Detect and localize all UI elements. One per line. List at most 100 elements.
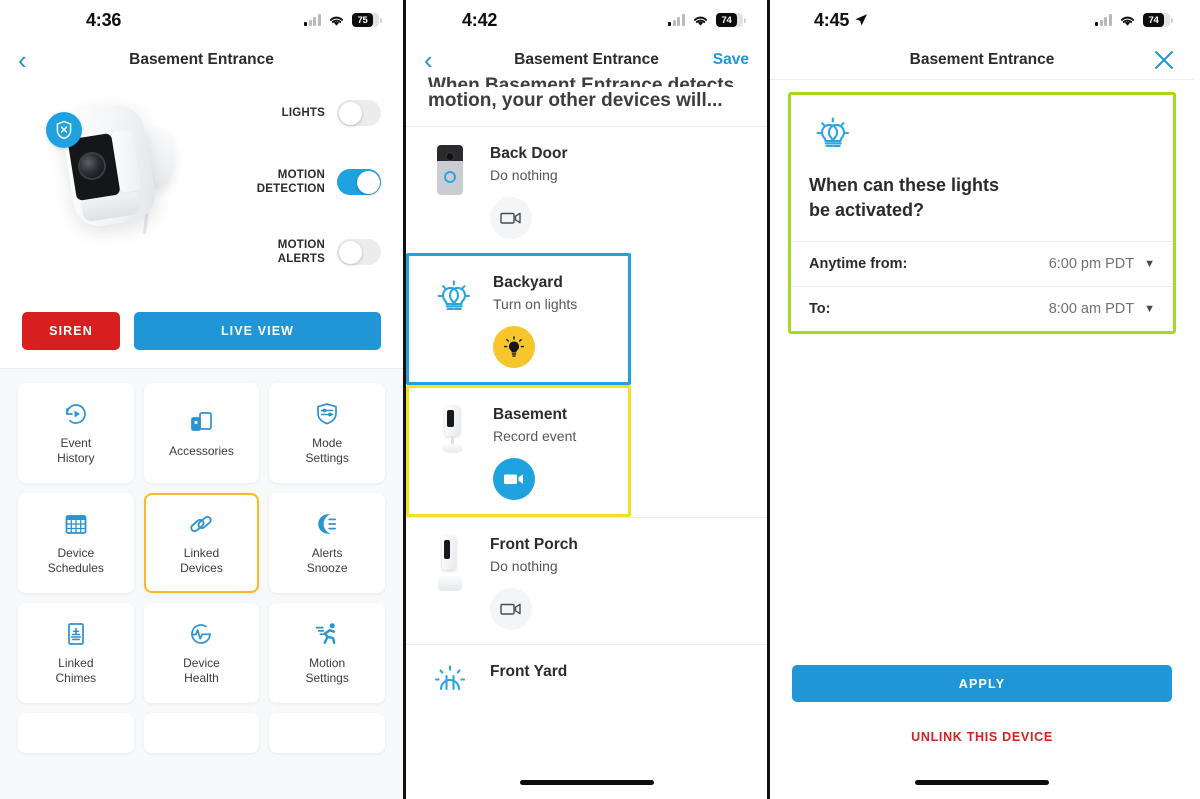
tile-partial-1[interactable] [18, 713, 134, 753]
running-person-icon [315, 623, 336, 644]
home-indicator-2 [519, 780, 654, 785]
tile-label-device-schedules: Device Schedules [47, 546, 104, 575]
indoor-cam-thumb [427, 404, 479, 500]
toggle-row-motion-detection: MOTION DETECTION [231, 168, 381, 196]
calendar-icon [65, 515, 87, 534]
tile-partial-2[interactable] [143, 713, 260, 753]
label-to: To: [809, 301, 831, 317]
video-camera-off-icon [500, 603, 521, 615]
action-badge-do-nothing-2[interactable] [490, 588, 532, 630]
linked-device-list: Back Door Do nothing Backyard Turn on li… [406, 126, 767, 711]
nav-bar-1: ‹ Basement Entrance [0, 40, 403, 80]
status-bar-1: 4:36 75 [0, 0, 403, 40]
tile-label-alerts-snooze: Alerts Snooze [306, 546, 348, 575]
phone-screen-device-detail: 4:36 75 ‹ Basement Entrance LIGHTS MOTIO… [0, 0, 403, 799]
list-item-front-porch[interactable]: Front Porch Do nothing [406, 517, 767, 644]
battery-indicator-2: 74 [716, 13, 746, 27]
battery-indicator-3: 74 [1143, 13, 1173, 27]
lightbulb-on-icon [504, 336, 524, 357]
value-anytime-from: 6:00 pm PDT [1048, 256, 1135, 272]
chevron-down-icon[interactable]: ▼ [1144, 258, 1155, 270]
wifi-icon [1120, 16, 1135, 26]
tile-device-health[interactable]: Device Health [143, 603, 260, 703]
device-name: Back Door [490, 145, 568, 162]
page-title: Basement Entrance [129, 51, 274, 68]
toggle-label-line1: MOTION [277, 169, 325, 181]
mode-settings-icon [317, 403, 338, 425]
question-line-2: be activated? [809, 200, 925, 220]
nav-bar-2: ‹ Basement Entrance Save [406, 40, 767, 80]
row-anytime-from[interactable]: Anytime from: 6:00 pm PDT ▼ [791, 241, 1173, 286]
siren-button[interactable]: SIREN [22, 312, 120, 350]
tile-accessories[interactable]: Accessories [143, 383, 260, 483]
toggle-label-line1b: MOTION [277, 239, 325, 251]
value-to: 8:00 am PDT [1048, 301, 1135, 317]
tile-alerts-snooze[interactable]: Alerts Snooze [269, 493, 385, 593]
tile-partial-3[interactable] [269, 713, 385, 753]
location-arrow-icon [855, 14, 868, 26]
tile-linked-chimes[interactable]: Linked Chimes [18, 603, 134, 703]
chevron-down-icon-2[interactable]: ▼ [1144, 303, 1155, 315]
cellular-bars-icon [1095, 14, 1112, 26]
tile-linked-devices[interactable]: Linked Devices [143, 493, 260, 593]
tile-device-schedules[interactable]: Device Schedules [18, 493, 134, 593]
toggle-label-motion-alerts: MOTION ALERTS [278, 238, 325, 266]
unlink-device-button[interactable]: UNLINK THIS DEVICE [770, 730, 1194, 744]
plug-cam-thumb [424, 534, 476, 630]
video-camera-icon [504, 474, 523, 484]
light-schedule-card: When can these lights be activated? Anyt… [788, 92, 1176, 334]
close-button[interactable] [1152, 48, 1176, 72]
pathlight-icon [434, 665, 466, 691]
shield-x-icon [46, 112, 82, 148]
tile-label-accessories: Accessories [169, 443, 234, 458]
phone-screen-light-schedule: 4:45 74 Basement Entrance When can these… [770, 0, 1194, 799]
tile-motion-settings[interactable]: Motion Settings [269, 603, 385, 703]
apply-button[interactable]: APPLY [792, 665, 1172, 702]
list-item-front-yard[interactable]: Front Yard [406, 644, 767, 711]
three-phone-screenshots: 4:36 75 ‹ Basement Entrance LIGHTS MOTIO… [0, 0, 1200, 799]
tile-event-history[interactable]: Event History [18, 383, 134, 483]
feature-grid-container: Event History Accessories Mode Settings … [0, 368, 403, 799]
card-header: When can these lights be activated? [791, 95, 1173, 241]
action-badge-turn-on-lights[interactable] [493, 326, 535, 368]
back-button[interactable]: ‹ [18, 47, 27, 73]
back-button-2[interactable]: ‹ [424, 47, 433, 73]
motion-detection-toggle[interactable] [337, 169, 381, 195]
toggle-row-motion-alerts: MOTION ALERTS [231, 238, 381, 266]
device-name: Backyard [493, 274, 563, 291]
battery-percent-3: 74 [1148, 14, 1159, 26]
lights-toggle[interactable] [337, 100, 381, 126]
home-indicator-3 [915, 780, 1049, 785]
save-button[interactable]: Save [713, 51, 749, 69]
toggle-row-lights: LIGHTS [231, 100, 381, 126]
list-item-backyard[interactable]: Backyard Turn on lights [406, 253, 631, 385]
list-item-back-door[interactable]: Back Door Do nothing [406, 126, 767, 253]
device-name: Front Porch [490, 536, 578, 553]
wifi-icon [693, 16, 708, 26]
pathlight-thumb [424, 661, 476, 697]
tile-mode-settings[interactable]: Mode Settings [269, 383, 385, 483]
tile-label-linked-devices: Linked Devices [180, 546, 223, 575]
nav-bar-3: Basement Entrance [770, 40, 1194, 80]
action-badge-do-nothing[interactable] [490, 197, 532, 239]
link-icon [190, 515, 213, 533]
device-action: Do nothing [490, 558, 558, 574]
heading-line-2: motion, your other devices will... [428, 90, 723, 111]
device-action: Record event [493, 428, 577, 444]
device-toggles: LIGHTS MOTION DETECTION MOTION ALERTS [231, 100, 381, 266]
phone-screen-linked-devices: 4:42 74 ‹ Basement Entrance Save When Ba… [403, 0, 770, 799]
cellular-bars-icon [304, 14, 321, 26]
status-time-2: 4:42 [462, 9, 498, 30]
toggle-label-motion-detection: MOTION DETECTION [257, 168, 325, 196]
live-view-button[interactable]: LIVE VIEW [134, 312, 381, 350]
list-item-basement[interactable]: Basement Record event [406, 385, 631, 517]
action-badge-record-event[interactable] [493, 458, 535, 500]
device-action: Do nothing [490, 167, 558, 183]
device-action: Turn on lights [493, 296, 578, 312]
device-hero: LIGHTS MOTION DETECTION MOTION ALERTS [0, 80, 403, 300]
tile-label-event-history: Event History [57, 436, 95, 465]
motion-alerts-toggle[interactable] [337, 239, 381, 265]
doorbell-thumb [424, 143, 476, 239]
health-pulse-icon [191, 624, 212, 644]
row-to[interactable]: To: 8:00 am PDT ▼ [791, 286, 1173, 331]
